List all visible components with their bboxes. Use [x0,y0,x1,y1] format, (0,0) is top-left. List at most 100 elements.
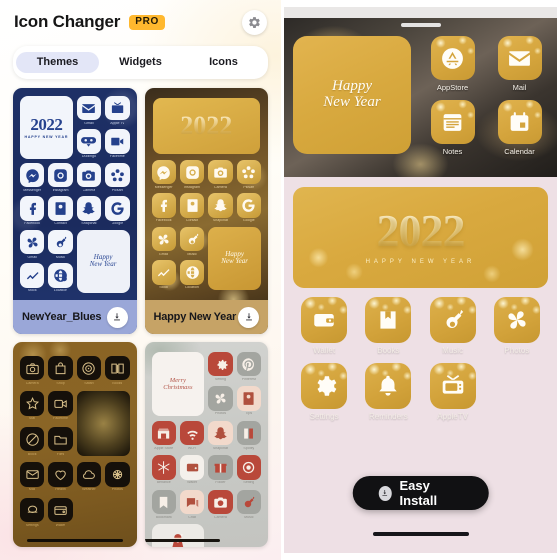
tab-themes[interactable]: Themes [16,52,99,73]
home-indicator [372,532,469,536]
theme-icon: Contact [48,196,73,225]
sheet-handle[interactable] [400,23,441,27]
tab-icons[interactable]: Icons [182,52,265,73]
theme-card[interactable]: 2022 Messenger Instagram Camera Picsart … [144,88,268,334]
app-label: Photos [504,346,530,355]
settings-button[interactable] [242,9,267,35]
snowflake-icon [157,461,170,474]
home-indicator [26,539,123,542]
year-banner-widget[interactable]: 2022 HAPPY NEW YEAR [293,187,548,288]
icon-label: Facebook [24,222,41,226]
gear-icon [317,376,337,396]
theme-card[interactable]: Merry Christmass Setting Pinterest Photo… [144,342,268,547]
app-icon-books[interactable]: Books [359,297,417,355]
theme-card-grid: 2022 HAPPY NEW YEAR Gmail Apple Tv Duoli… [13,88,268,547]
messenger-icon [157,165,170,180]
app-label: Books [377,346,400,355]
theme-icon: Books [105,356,130,385]
theme-icon: Wi-Fi [179,420,205,450]
theme-icon: Apple Tv [105,96,130,125]
icon-label: Files [56,452,65,456]
tile-text: Merry Christmass [163,377,192,392]
theme-icon: Photos [105,462,130,492]
theme-card[interactable]: Camera Shop Safari Books Star Facetime B… [13,342,137,547]
app-icon-photos[interactable]: Photos [488,297,546,355]
download-button[interactable] [238,306,259,328]
icon-label: Instagram [52,188,69,192]
facebook-icon [161,199,168,212]
theme-icon: Instagram [48,162,73,192]
theme-icon-grid: Messenger Instagram Camera Picsart Faceb… [151,160,261,290]
theme-preview-panel: Happy New Year AppStore Mail Notes Calen… [281,0,560,560]
theme-icon: Picsart [105,162,130,192]
download-icon [114,313,120,321]
theme-icon: Gmail [20,229,45,259]
pinwheel-icon [27,237,38,248]
icon-label: Photos [214,412,227,416]
snapchat-icon [214,426,227,439]
theme-preview-art: 2022 Messenger Instagram Camera Picsart … [144,88,268,334]
guitar-icon [56,236,67,247]
theme-icon: Location [179,260,205,290]
icon-label: Camera [82,188,96,192]
theme-icon: Facebook [151,193,176,222]
messenger-icon [25,168,39,183]
heart-icon [55,470,66,481]
icon-label: Music [244,515,254,519]
theme-card[interactable]: 2022 HAPPY NEW YEAR Gmail Apple Tv Duoli… [13,88,137,334]
tile-text: Happy New Year [221,250,248,266]
wifi-icon [186,430,198,440]
calendar-icon [510,111,529,131]
app-icon-music[interactable]: Music [424,297,482,355]
tab-bar[interactable]: Themes Widgets Icons [13,46,268,79]
icon-label: Bookmark [155,515,172,519]
theme-tile: Merry Christmass [151,352,205,416]
theme-icon: Stock [20,263,45,292]
icon-label: Apple Tv [110,121,125,125]
theme-icon: Facebook [20,196,45,226]
theme-tile: Happy New Year [208,226,261,290]
app-label: Notes [442,147,463,156]
video-icon [111,137,123,146]
app-icon-settings[interactable]: Settings [295,363,353,421]
gear-icon [217,359,228,370]
app-icon-wallet[interactable]: Wallet [295,297,353,355]
icon-label: Photos [111,488,123,492]
theme-icon: Instagram [179,160,205,189]
icon-label: Duolingo [81,155,97,159]
pinwheel-icon [158,234,169,245]
download-icon [382,490,388,496]
globe-pin-icon [185,266,199,279]
pro-badge[interactable]: PRO [129,14,166,30]
theme-icon: Apple Store [151,420,176,450]
mail-icon [509,50,530,66]
icon-label: Location [185,286,199,290]
app-icon-mail[interactable]: Mail [491,36,548,92]
theme-icon: Health [48,462,73,491]
app-icon-appstore[interactable]: AppStore [424,36,481,92]
banner-year: 2022 [376,205,466,257]
app-icon-appletv[interactable]: AppleTV [424,363,482,421]
theme-icon: Tips [236,386,261,415]
theme-icon-grid: Merry Christmass Setting Pinterest Photo… [151,352,261,547]
download-button[interactable] [106,306,128,328]
widget-text: Happy New Year [323,78,380,111]
app-icon-notes[interactable]: Notes [424,100,481,156]
icon-label: Google [243,219,255,223]
theme-icon: Settings [20,497,45,527]
happy-new-year-widget[interactable]: Happy New Year [293,36,411,154]
contact-icon [55,202,66,215]
app-icon-calendar[interactable]: Calendar [491,100,548,156]
no-entry-icon [26,432,39,446]
app-label: Reminders [369,412,408,421]
app-screenshot: Icon Changer PRO Themes Widgets Icons 20… [0,0,560,560]
tile-text: Happy New Year [90,253,117,269]
video-icon [54,399,67,408]
icon-label: Messenger [23,188,42,192]
tab-widgets[interactable]: Widgets [99,52,182,73]
app-icon-reminders[interactable]: Reminders [359,363,417,421]
wallet-icon [186,463,198,472]
target-icon [243,461,255,474]
easy-install-button[interactable]: Easy Install [352,476,489,510]
icon-label: Weather [82,488,96,492]
